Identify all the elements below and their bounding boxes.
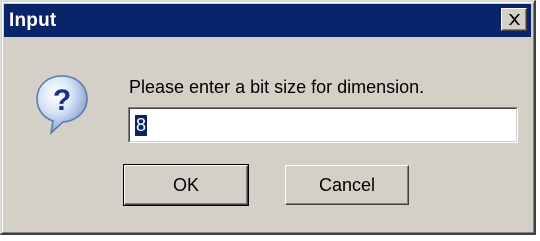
bit-size-input[interactable]: 8 <box>135 115 148 136</box>
bit-size-field-bevel <box>129 108 517 142</box>
input-dialog: Input ? Please enter a bit size for dime… <box>0 0 536 235</box>
bit-size-field[interactable]: 8 <box>128 107 518 143</box>
window-title: Input <box>9 10 57 31</box>
titlebar[interactable]: Input <box>4 4 531 37</box>
question-icon: ? <box>36 75 88 136</box>
prompt-label: Please enter a bit size for dimension. <box>129 77 425 97</box>
close-button[interactable] <box>501 8 527 31</box>
close-icon <box>509 14 520 25</box>
svg-text:?: ? <box>53 84 71 117</box>
cancel-button[interactable]: Cancel <box>285 165 409 205</box>
ok-button[interactable]: OK <box>123 164 249 206</box>
